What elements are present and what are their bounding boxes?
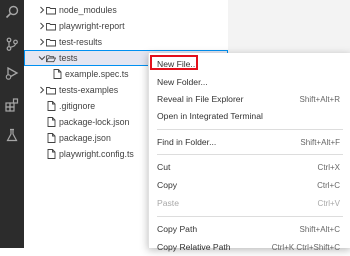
menu-item-label: Find in Folder... — [157, 137, 217, 147]
menu-item-label: Cut — [157, 162, 171, 172]
menu-item-label: New Folder... — [157, 77, 208, 87]
menu-item-shortcut: Shift+Alt+F — [300, 137, 340, 147]
tree-label: playwright-report — [59, 21, 125, 31]
menu-item-shortcut: Ctrl+V — [317, 198, 340, 208]
activity-bar — [0, 0, 24, 248]
search-icon[interactable] — [3, 3, 21, 21]
menu-separator — [157, 129, 343, 130]
tree-label: .gitignore — [59, 101, 96, 111]
source-control-icon[interactable] — [3, 35, 21, 53]
testing-icon[interactable] — [3, 126, 21, 144]
file-icon — [46, 149, 56, 159]
menu-item-cut[interactable]: Cut Ctrl+X — [149, 158, 350, 176]
menu-item-label: Copy — [157, 180, 178, 190]
menu-separator — [157, 216, 343, 217]
file-icon — [46, 133, 56, 143]
file-icon — [52, 69, 62, 79]
menu-item-open-in-integrated-terminal[interactable]: Open in Integrated Terminal — [149, 107, 350, 125]
chevron-down-icon — [37, 54, 46, 63]
menu-item-find-in-folder[interactable]: Find in Folder... Shift+Alt+F — [149, 133, 350, 151]
menu-item-shortcut: Shift+Alt+R — [299, 94, 340, 104]
menu-separator — [157, 154, 343, 155]
tree-label: package-lock.json — [59, 117, 130, 127]
chevron-right-icon — [37, 86, 46, 95]
tree-folder-node-modules[interactable]: node_modules — [24, 2, 228, 18]
menu-item-label: Copy Relative Path — [157, 242, 231, 252]
chevron-right-icon — [37, 38, 46, 47]
menu-item-copy-path[interactable]: Copy Path Shift+Alt+C — [149, 220, 350, 238]
menu-item-new-folder[interactable]: New Folder... — [149, 73, 350, 91]
menu-item-shortcut: Shift+Alt+C — [299, 224, 340, 234]
menu-item-label: Open in Integrated Terminal — [157, 111, 263, 121]
menu-item-shortcut: Ctrl+C — [317, 180, 340, 190]
extensions-icon[interactable] — [3, 96, 21, 114]
menu-item-shortcut: Ctrl+K Ctrl+Shift+C — [271, 242, 340, 252]
tree-label: test-results — [59, 37, 103, 47]
menu-item-label: New File... — [157, 59, 198, 69]
menu-item-shortcut: Ctrl+X — [317, 162, 340, 172]
tree-label: node_modules — [59, 5, 117, 15]
tree-label: tests-examples — [59, 85, 119, 95]
tree-folder-test-results[interactable]: test-results — [24, 34, 228, 50]
menu-item-new-file[interactable]: New File... — [149, 55, 350, 73]
menu-item-label: Paste — [157, 198, 179, 208]
menu-item-reveal-in-file-explorer[interactable]: Reveal in File Explorer Shift+Alt+R — [149, 90, 350, 108]
file-icon — [46, 101, 56, 111]
file-icon — [46, 117, 56, 127]
folder-open-icon — [46, 53, 56, 63]
menu-item-paste: Paste Ctrl+V — [149, 194, 350, 212]
run-debug-icon[interactable] — [3, 64, 21, 82]
folder-icon — [46, 21, 56, 31]
menu-item-copy-relative-path[interactable]: Copy Relative Path Ctrl+K Ctrl+Shift+C — [149, 238, 350, 256]
folder-icon — [46, 85, 56, 95]
tree-folder-playwright-report[interactable]: playwright-report — [24, 18, 228, 34]
chevron-right-icon — [37, 6, 46, 15]
tree-label: playwright.config.ts — [59, 149, 134, 159]
folder-icon — [46, 5, 56, 15]
menu-item-label: Copy Path — [157, 224, 198, 234]
chevron-right-icon — [37, 22, 46, 31]
tree-label: package.json — [59, 133, 111, 143]
context-menu: New File... New Folder... Reveal in File… — [148, 53, 350, 252]
tree-label: example.spec.ts — [65, 69, 129, 79]
tree-label: tests — [59, 53, 78, 63]
menu-item-label: Reveal in File Explorer — [157, 94, 244, 104]
folder-icon — [46, 37, 56, 47]
menu-item-copy[interactable]: Copy Ctrl+C — [149, 176, 350, 194]
